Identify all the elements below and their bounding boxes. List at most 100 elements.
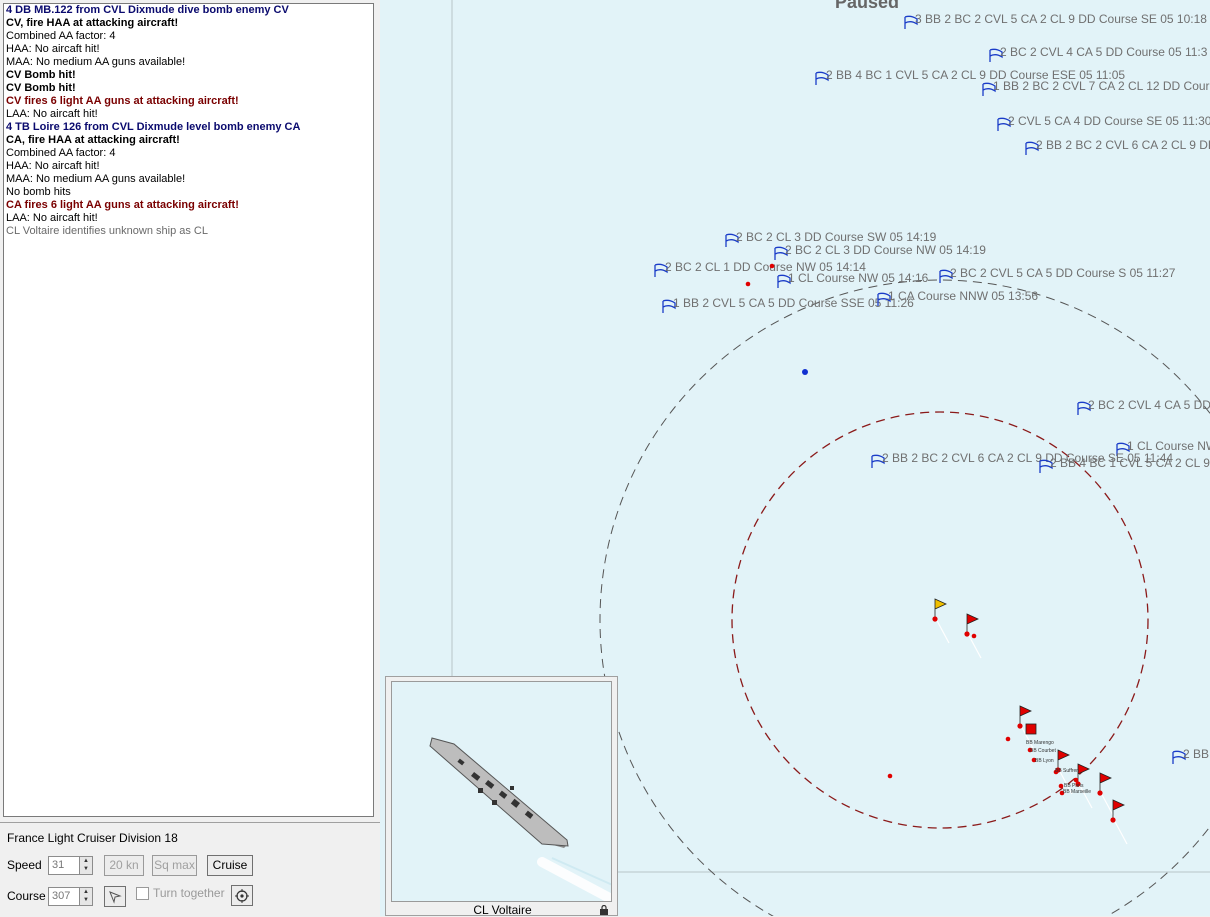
inset-ship-name: CL Voltaire xyxy=(473,903,532,917)
course-stepper[interactable]: ▲ ▼ xyxy=(79,887,93,906)
enemy-contact[interactable]: 2 BB xyxy=(1172,747,1209,764)
center-map-button[interactable] xyxy=(231,885,253,906)
log-line: 4 TB Loire 126 from CVL Dixmude level bo… xyxy=(6,121,301,133)
spin-down-icon[interactable]: ▼ xyxy=(80,896,92,904)
log-line: Combined AA factor: 4 xyxy=(6,147,116,159)
contact-label: 2 BB 2 BC 2 CVL 6 CA 2 CL 9 DD Course SE… xyxy=(1036,138,1210,152)
contact-label: 1 CL Course NW 05 14:16 xyxy=(788,271,929,285)
left-panel: 4 DB MB.122 from CVL Dixmude dive bomb e… xyxy=(0,0,380,917)
ship-silhouette xyxy=(429,737,611,901)
enemy-contact[interactable]: 2 BC 2 CVL 4 CA 5 DD Course 05 11:3 xyxy=(989,45,1208,62)
ship-marker[interactable] xyxy=(769,263,775,269)
contact-label: 1 CA Course NNW 05 13:56 xyxy=(888,289,1038,303)
enemy-contact[interactable]: 3 BB 2 BC 2 CVL 5 CA 2 CL 9 DD Course SE… xyxy=(904,12,1207,29)
compass-target-icon xyxy=(235,889,249,903)
log-line: CL Voltaire identifies unknown ship as C… xyxy=(6,225,208,237)
enemy-contact[interactable]: 2 BC 2 CL 3 DD Course NW 05 14:19 xyxy=(774,243,986,260)
ship-view xyxy=(391,681,612,902)
flag-icon[interactable] xyxy=(966,613,979,632)
combat-log[interactable]: 4 DB MB.122 from CVL Dixmude dive bomb e… xyxy=(3,3,374,817)
course-pointer-icon xyxy=(109,891,122,904)
flag-icon[interactable] xyxy=(1112,799,1125,818)
contact-label: 2 BC 2 CVL 5 CA 5 DD Course S 05 11:27 xyxy=(950,266,1176,280)
contact-label: 2 BC 2 CL 3 DD Course SW 05 14:19 xyxy=(736,230,937,244)
enemy-contact[interactable]: 1 BB 2 CVL 5 CA 5 DD Course SSE 05 11:26 xyxy=(662,296,914,313)
ship-marker[interactable] xyxy=(1097,790,1103,796)
log-line: CA fires 6 light AA guns at attacking ai… xyxy=(6,199,239,211)
paused-indicator: Paused xyxy=(835,0,899,12)
enemy-contact[interactable]: 2 BB 2 BC 2 CVL 6 CA 2 CL 9 DD Course SE… xyxy=(1025,138,1210,155)
flag-icon[interactable] xyxy=(1099,772,1112,791)
ship-marker[interactable] xyxy=(887,773,893,779)
enemy-contact[interactable]: 1 CL Course NW 05 14:16 xyxy=(777,271,929,288)
ship-label: BB Courbet xyxy=(1030,748,1056,754)
enemy-contact[interactable]: 1 BB 2 BC 2 CVL 7 CA 2 CL 12 DD Cour xyxy=(982,79,1210,96)
speed-stepper[interactable]: ▲ ▼ xyxy=(79,856,93,875)
course-label: Course xyxy=(7,889,46,903)
ship-wake xyxy=(934,616,950,644)
log-line: HAA: No aircaft hit! xyxy=(6,43,100,55)
contact-label: 2 CVL 5 CA 4 DD Course SE 05 11:30 xyxy=(1008,114,1210,128)
contact-label: 3 BB 2 BC 2 CVL 5 CA 2 CL 9 DD Course SE… xyxy=(915,12,1207,26)
ship-label: BB Marseille xyxy=(1063,789,1091,795)
spin-up-icon[interactable]: ▲ xyxy=(80,888,92,896)
turn-together-checkbox[interactable] xyxy=(136,887,149,900)
speed-20kn-button[interactable]: 20 kn xyxy=(104,855,144,876)
spin-up-icon[interactable]: ▲ xyxy=(80,857,92,865)
contact-label: 2 BC 2 CVL 4 CA 5 DD Course 05 11:3 xyxy=(1000,45,1208,59)
enemy-contact[interactable]: 2 BC 2 CVL 4 CA 5 DD xyxy=(1077,398,1210,415)
ship-marker[interactable] xyxy=(1073,777,1079,783)
selected-ship-marker[interactable] xyxy=(1025,723,1037,735)
enemy-contact[interactable]: 2 BB 4 BC 1 CVL 5 CA 2 CL 9 xyxy=(1039,456,1210,473)
log-line: LAA: No aircaft hit! xyxy=(6,212,98,224)
speed-label: Speed xyxy=(7,858,42,872)
contact-label: 2 BC 2 CL 3 DD Course NW 05 14:19 xyxy=(785,243,986,257)
ship-marker[interactable] xyxy=(964,631,970,637)
flag-icon[interactable] xyxy=(1019,705,1032,724)
contact-label: 2 BC 2 CVL 4 CA 5 DD xyxy=(1088,398,1210,412)
ship-marker[interactable] xyxy=(932,616,938,622)
flag-icon[interactable] xyxy=(934,598,947,617)
spin-down-icon[interactable]: ▼ xyxy=(80,865,92,873)
ship-wake xyxy=(1099,790,1115,818)
contact-label: 2 BB 4 BC 1 CVL 5 CA 2 CL 9 xyxy=(1050,456,1210,470)
set-course-button[interactable] xyxy=(104,886,126,907)
ship-marker[interactable] xyxy=(971,633,977,639)
enemy-contact[interactable]: 2 BC 2 CVL 5 CA 5 DD Course S 05 11:27 xyxy=(939,266,1176,283)
flag-icon[interactable] xyxy=(1077,763,1090,782)
log-line: HAA: No aircaft hit! xyxy=(6,160,100,172)
unit-control-panel: France Light Cruiser Division 18 Speed 3… xyxy=(0,822,380,917)
ship-wake xyxy=(1112,817,1128,845)
ship-marker[interactable] xyxy=(1110,817,1116,823)
ship-marker[interactable] xyxy=(1005,736,1011,742)
friendly-fleet[interactable]: BB Marengo BB Courbet BB LyonBB Suffren BB … xyxy=(745,263,1128,845)
log-line: CV Bomb hit! xyxy=(6,82,76,94)
ship-marker[interactable] xyxy=(745,281,751,287)
flag-icon[interactable] xyxy=(1057,749,1070,768)
ship-label: BB Marengo xyxy=(1026,740,1054,746)
ship-marker[interactable] xyxy=(1058,783,1064,789)
log-line: CA, fire HAA at attacking aircraft! xyxy=(6,134,180,146)
log-line: CV, fire HAA at attacking aircraft! xyxy=(6,17,179,29)
log-line: MAA: No medium AA guns available! xyxy=(6,173,186,185)
ship-label: BB Lyon xyxy=(1035,758,1054,764)
log-line: MAA: No medium AA guns available! xyxy=(6,56,186,68)
ship-inset-panel: CL Voltaire xyxy=(385,676,618,917)
ship-label: BB Suffren xyxy=(1055,768,1079,774)
enemy-aircraft-marker[interactable] xyxy=(802,369,808,375)
ship-marker[interactable] xyxy=(1017,723,1023,729)
log-line: CV fires 6 light AA guns at attacking ai… xyxy=(6,95,239,107)
cruise-button[interactable]: Cruise xyxy=(207,855,253,876)
unit-name: France Light Cruiser Division 18 xyxy=(7,831,178,845)
log-line: CV Bomb hit! xyxy=(6,69,76,81)
log-line: No bomb hits xyxy=(6,186,71,198)
log-line: Combined AA factor: 4 xyxy=(6,30,116,42)
turn-together-label: Turn together xyxy=(153,886,225,900)
contact-label: 1 BB 2 BC 2 CVL 7 CA 2 CL 12 DD Cour xyxy=(993,79,1210,93)
contact-label: 2 BB xyxy=(1183,747,1209,761)
log-line: 4 DB MB.122 from CVL Dixmude dive bomb e… xyxy=(6,4,289,16)
lock-icon[interactable] xyxy=(599,905,609,915)
log-line: LAA: No aircaft hit! xyxy=(6,108,98,120)
speed-sqmax-button[interactable]: Sq max xyxy=(152,855,197,876)
enemy-contact[interactable]: 2 CVL 5 CA 4 DD Course SE 05 11:30 xyxy=(997,114,1210,131)
